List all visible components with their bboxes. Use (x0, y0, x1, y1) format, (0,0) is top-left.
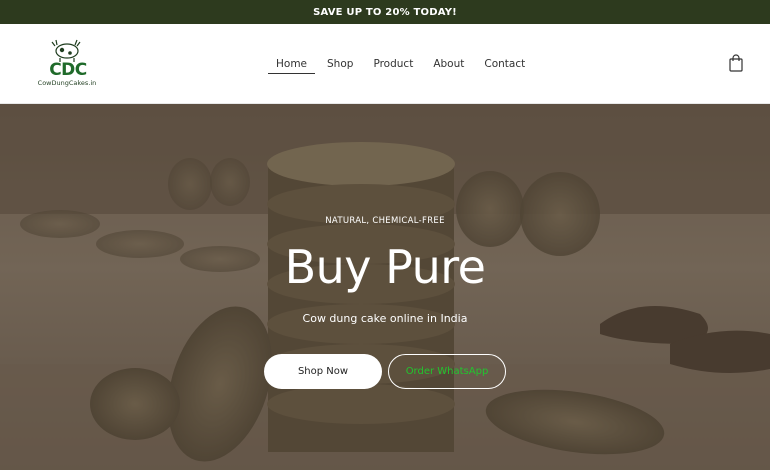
site-logo[interactable]: CDC CowDungCakes.in (34, 38, 100, 90)
shop-now-button[interactable]: Shop Now (264, 354, 382, 389)
logo-letters: CDC (49, 60, 87, 80)
logo-site-name: CowDungCakes.in (37, 79, 97, 87)
promo-banner: SAVE UP TO 20% TODAY! (0, 0, 770, 24)
promo-text: SAVE UP TO 20% TODAY! (313, 6, 457, 18)
hero-subtitle: Cow dung cake online in India (302, 312, 468, 325)
nav-home[interactable]: Home (268, 54, 316, 74)
order-whatsapp-button[interactable]: Order WhatsApp (388, 354, 506, 389)
nav-contact[interactable]: Contact (476, 54, 533, 74)
shopping-bag-icon (729, 54, 743, 72)
hero-title: Buy Pure (284, 240, 486, 294)
site-header: CDC CowDungCakes.in Home Shop Product Ab… (0, 24, 770, 104)
nav-about[interactable]: About (425, 54, 472, 74)
cow-icon (51, 39, 81, 62)
nav-shop[interactable]: Shop (319, 54, 361, 74)
main-nav: Home Shop Product About Contact (268, 24, 537, 104)
hero-section: NATURAL, CHEMICAL-FREE Buy Pure Cow dung… (0, 104, 770, 470)
hero-tagline: NATURAL, CHEMICAL-FREE (325, 216, 445, 226)
nav-product[interactable]: Product (365, 54, 421, 74)
cart-button[interactable] (728, 54, 744, 72)
